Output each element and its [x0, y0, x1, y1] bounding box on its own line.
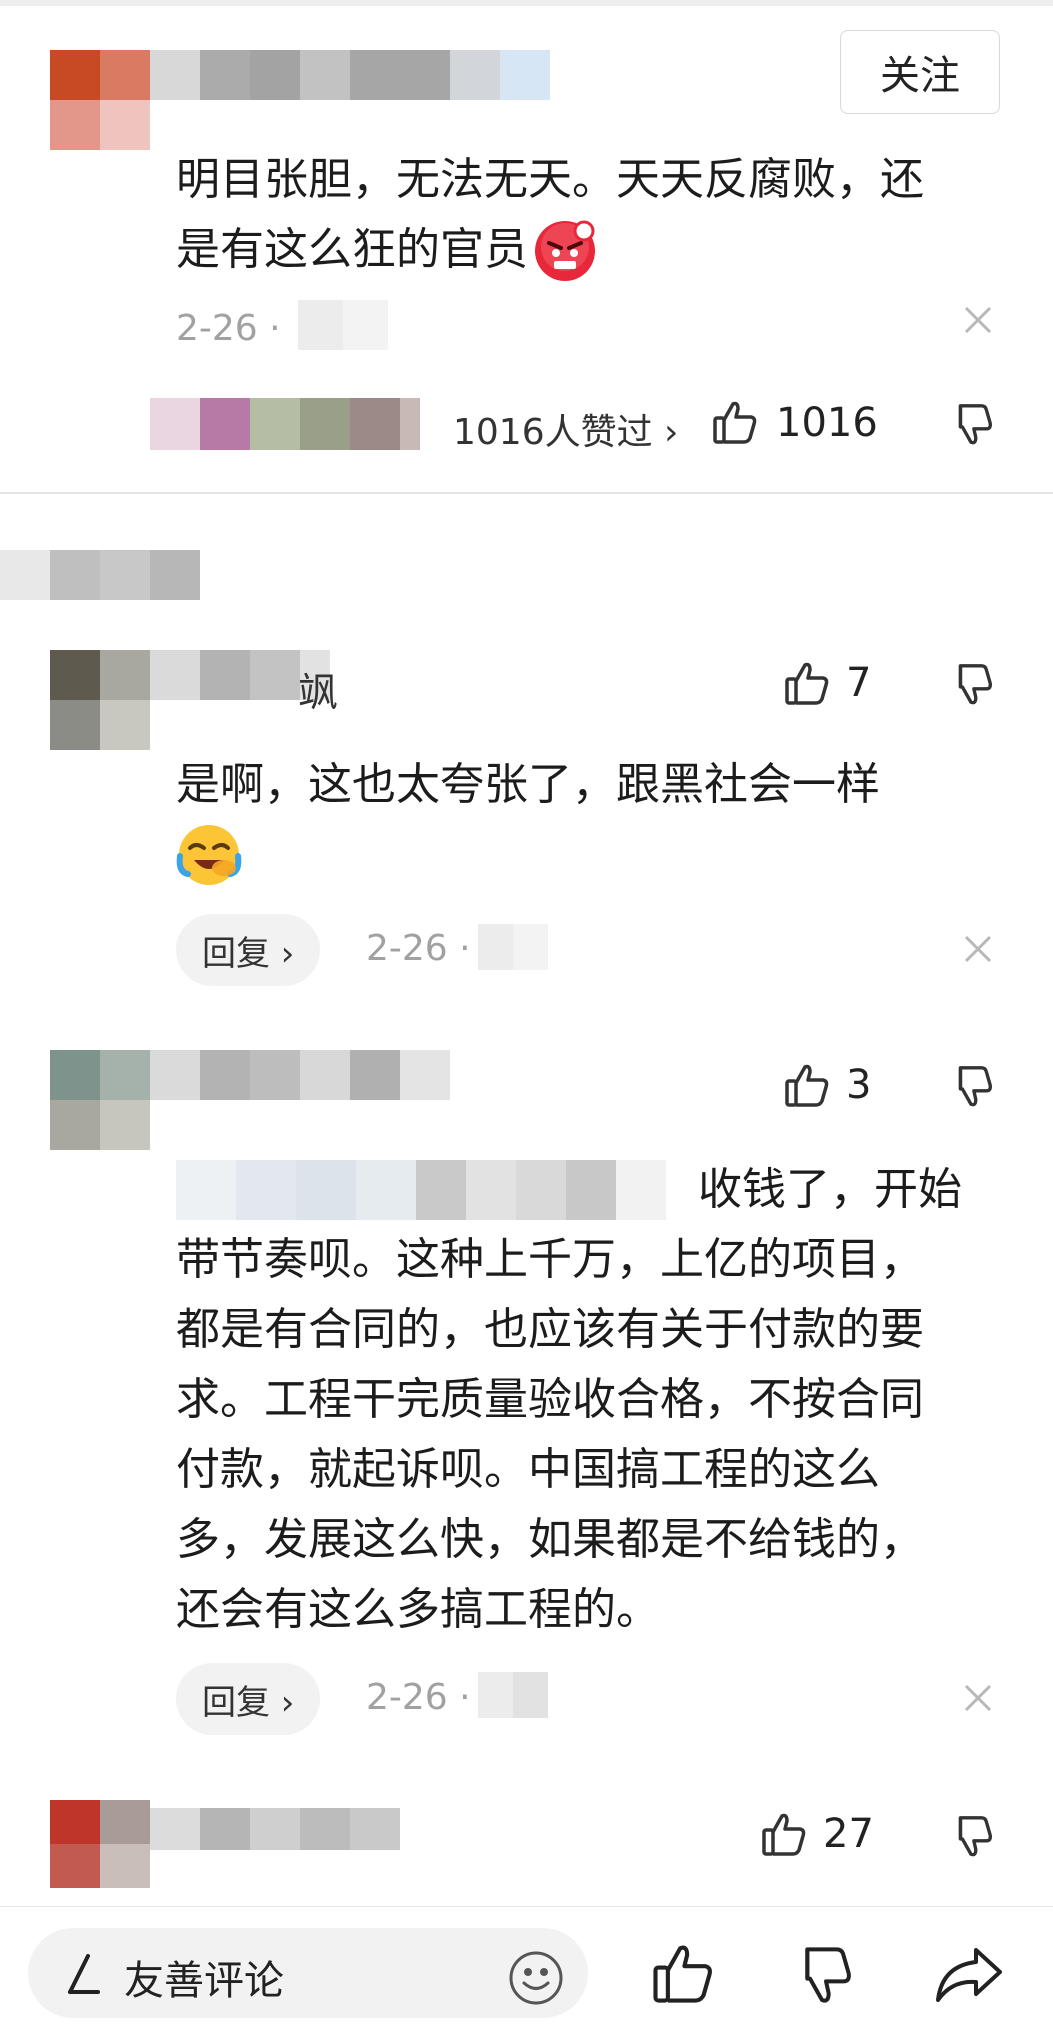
comment-text: 是啊，这也太夸张了，跟黑社会一样 — [176, 750, 1006, 888]
avatar[interactable] — [50, 50, 150, 150]
like-count: 1016 — [776, 400, 878, 446]
thumbs-up-icon[interactable] — [760, 1810, 808, 1858]
comment-input[interactable] — [28, 1928, 588, 2018]
thumbs-down-icon[interactable] — [948, 402, 994, 448]
reply-button[interactable]: 回复 › — [176, 1663, 321, 1735]
thumbs-up-icon[interactable] — [783, 659, 831, 707]
thumbs-down-icon[interactable] — [790, 1944, 854, 2008]
top-divider — [0, 0, 1053, 6]
username-blurred[interactable] — [150, 1050, 450, 1100]
thumbs-up-icon[interactable] — [711, 398, 759, 446]
avatar[interactable] — [50, 1050, 150, 1150]
like-count: 7 — [846, 660, 872, 706]
like-count: 3 — [846, 1062, 872, 1108]
comment-text-line1-tail: 收钱了，开始 — [698, 1164, 962, 1215]
section-divider — [0, 492, 1053, 494]
liker-avatars-blurred[interactable] — [150, 398, 420, 450]
emoji-icon[interactable] — [508, 1950, 564, 2006]
thumbs-down-icon[interactable] — [948, 1814, 994, 1860]
thumbs-up-icon[interactable] — [783, 1061, 831, 1109]
location-blurred — [298, 300, 388, 350]
laughing-face-emoji — [176, 822, 1006, 888]
comment-text: 明目张胆，无法无天。天天反腐败，还 是有这么狂的官员 — [176, 145, 1006, 285]
like-count: 27 — [823, 1811, 874, 1857]
angry-face-emoji — [532, 217, 598, 283]
reply-section-header-blurred — [0, 550, 200, 600]
avatar[interactable] — [50, 650, 150, 750]
pen-icon — [62, 1952, 102, 1996]
comment-date: 2-26 · — [366, 1677, 471, 1718]
likes-summary-link[interactable]: 1016人赞过 › — [453, 403, 678, 455]
username-blurred[interactable] — [150, 1808, 400, 1850]
thumbs-up-icon[interactable] — [650, 1940, 716, 2006]
location-blurred — [478, 1672, 548, 1718]
comment-text-blurred — [176, 1160, 666, 1220]
username-suffix: 飒 — [298, 670, 338, 716]
close-icon[interactable] — [963, 934, 993, 964]
username-blurred[interactable] — [150, 50, 550, 100]
close-icon[interactable] — [963, 305, 993, 335]
follow-button[interactable]: 关注 — [840, 30, 1000, 114]
comment-date: 2-26 · — [366, 928, 471, 969]
reply-button[interactable]: 回复 › — [176, 914, 321, 986]
comment-input-placeholder: 友善评论 — [124, 1958, 284, 2004]
thumbs-down-icon[interactable] — [948, 662, 994, 708]
avatar[interactable] — [50, 1800, 150, 1888]
comment-text: 带节奏呗。这种上千万，上亿的项目， 都是有合同的，也应该有关于付款的要 求。工程… — [176, 1234, 924, 1635]
location-blurred — [478, 924, 548, 970]
thumbs-down-icon[interactable] — [948, 1064, 994, 1110]
comment-date: 2-26 · — [176, 308, 281, 349]
share-icon[interactable] — [934, 1944, 1004, 2006]
close-icon[interactable] — [963, 1683, 993, 1713]
